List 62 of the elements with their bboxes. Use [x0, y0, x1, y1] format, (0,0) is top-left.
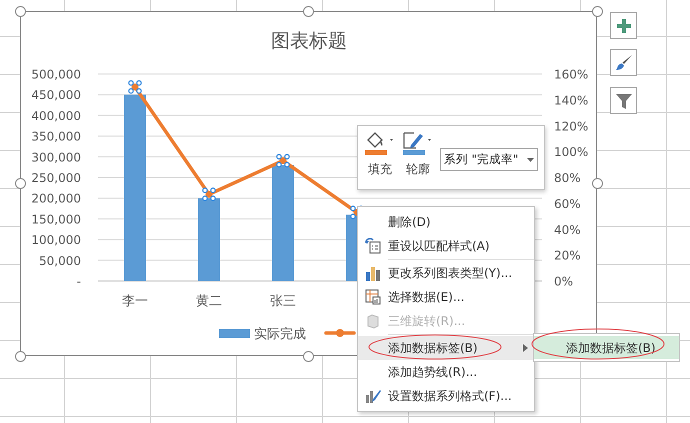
- axis-label: 60%: [554, 196, 581, 211]
- menu-item[interactable]: 删除(D): [358, 210, 534, 234]
- format-icon: [365, 388, 381, 404]
- axis-label: 40%: [554, 222, 581, 237]
- resize-handle[interactable]: [15, 178, 26, 189]
- chart-title: 图表标题: [271, 30, 347, 52]
- menu-item: 三维旋转(R)...: [358, 309, 534, 333]
- data-point: [276, 154, 290, 168]
- axis-label: 160%: [554, 68, 588, 82]
- menu-item[interactable]: 设置数据系列格式(F)...: [358, 384, 534, 408]
- axis-label: 0%: [554, 274, 574, 288]
- data-point: [128, 80, 142, 94]
- plus-icon: [616, 18, 632, 34]
- menu-item[interactable]: 添加数据标签(B): [534, 336, 679, 359]
- axis-label: 350,000: [31, 130, 81, 144]
- reset-icon: [365, 238, 381, 254]
- category-label: 黄二: [196, 294, 222, 309]
- axis-label: 400,000: [31, 108, 81, 123]
- resize-handle[interactable]: [15, 6, 26, 17]
- menu-item[interactable]: 选择数据(E)...: [358, 285, 534, 309]
- axis-label: 250,000: [31, 171, 81, 185]
- menu-item[interactable]: 更改系列图表类型(Y)...: [358, 261, 534, 285]
- add-element-button[interactable]: [610, 12, 637, 39]
- bar-chart-icon: [365, 265, 381, 281]
- data-point: [202, 188, 216, 202]
- axis-label: 500,000: [31, 68, 81, 82]
- resize-handle[interactable]: [592, 6, 603, 17]
- category-label: 李一: [122, 294, 148, 309]
- axis-label: 100,000: [31, 233, 81, 248]
- axis-label: -: [76, 274, 81, 288]
- menu-item[interactable]: 重设以匹配样式(A): [358, 234, 534, 258]
- chart-styles-button[interactable]: [610, 49, 637, 76]
- legend-swatch: [324, 329, 356, 337]
- cube-icon: [365, 313, 381, 329]
- axis-label: 100%: [554, 145, 588, 160]
- axis-label: 80%: [554, 171, 581, 185]
- resize-handle[interactable]: [15, 351, 26, 362]
- resize-handle[interactable]: [303, 6, 314, 17]
- fill-button[interactable]: 填充: [364, 130, 396, 185]
- brush-icon: [614, 54, 632, 72]
- chart-filter-button[interactable]: [610, 87, 637, 114]
- resize-handle[interactable]: [592, 178, 603, 189]
- table-icon: [365, 289, 381, 305]
- axis-label: 20%: [554, 248, 581, 263]
- axis-label: 140%: [554, 93, 588, 108]
- menu-item[interactable]: 添加数据标签(B): [358, 336, 534, 360]
- menu-item[interactable]: 添加趋势线(R)...: [358, 360, 534, 384]
- axis-label: 120%: [554, 119, 588, 134]
- axis-label: 450,000: [31, 88, 81, 102]
- legend-swatch: [219, 329, 250, 338]
- legend-label: 实际完成: [254, 327, 306, 342]
- filter-icon: [614, 92, 632, 110]
- point: [132, 83, 138, 90]
- axis-label: 50,000: [39, 254, 81, 268]
- axis-label: 150,000: [31, 212, 81, 226]
- axis-label: 300,000: [31, 150, 81, 164]
- outline-button[interactable]: 轮廓: [402, 130, 434, 185]
- caret-icon: [527, 158, 534, 162]
- axis-label: 200,000: [31, 192, 81, 206]
- resize-handle[interactable]: [303, 351, 314, 362]
- category-label: 张三: [270, 294, 296, 309]
- series-dropdown[interactable]: 系列 "完成率": [440, 148, 538, 171]
